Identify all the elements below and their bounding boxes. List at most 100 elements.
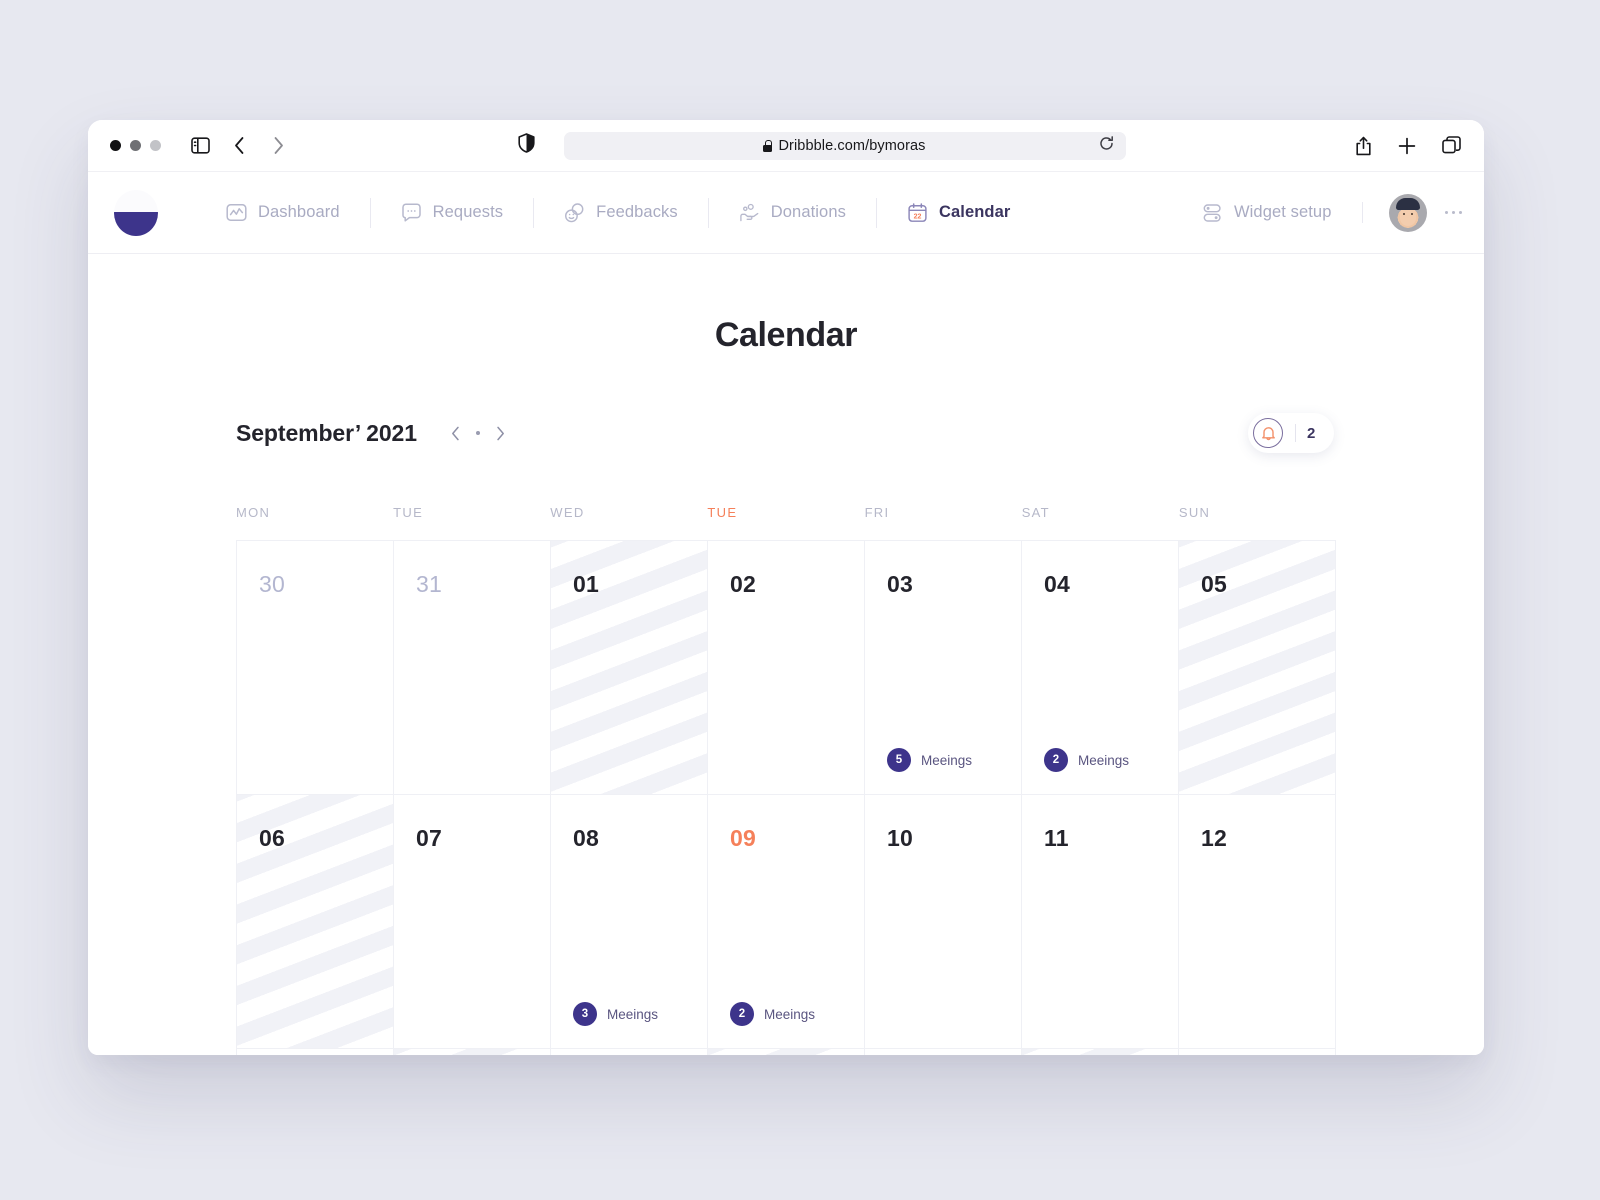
- calendar-day-cell[interactable]: 01: [551, 541, 708, 795]
- weekday-label-thu: TUE: [707, 505, 738, 520]
- avatar-cap: [1395, 197, 1420, 210]
- calendar-day-cell[interactable]: [1179, 1049, 1336, 1055]
- address-bar[interactable]: Dribbble.com/bymoras: [563, 131, 1126, 160]
- meetings-count-badge: 3: [573, 1002, 597, 1026]
- calendar-day-cell[interactable]: 08 3 Meeings: [551, 795, 708, 1049]
- toggle-rows-icon: [1202, 202, 1223, 223]
- page-title: Calendar: [714, 316, 858, 354]
- calendar-day-cell[interactable]: 05: [1179, 541, 1336, 795]
- day-number: 02: [730, 571, 756, 597]
- weekday-label-mon: MON: [236, 505, 271, 520]
- browser-window: Dribbble.com/bymoras Dashboard Requests …: [88, 120, 1484, 1055]
- notification-divider: [1295, 424, 1296, 442]
- calendar-day-cell[interactable]: 07: [394, 795, 551, 1049]
- browser-right-controls: [1352, 135, 1462, 157]
- nav-item-donations[interactable]: Donations: [709, 197, 877, 228]
- month-navigation: [451, 426, 505, 441]
- today-dot-button[interactable]: [475, 431, 480, 435]
- meetings-indicator[interactable]: 5 Meeings: [887, 748, 1021, 772]
- calendar-day-cell[interactable]: 11: [1022, 795, 1179, 1049]
- day-number: 10: [887, 825, 913, 851]
- nav-item-calendar[interactable]: 22 Calendar: [877, 198, 1040, 228]
- day-number: 30: [259, 571, 285, 597]
- calendar-day-cell[interactable]: 10: [865, 795, 1022, 1049]
- kebab-menu-icon[interactable]: [1444, 210, 1462, 215]
- nav-items-list: Dashboard Requests Feedbacks Donations 2…: [196, 197, 1040, 228]
- nav-item-requests[interactable]: Requests: [371, 197, 535, 228]
- shield-icon[interactable]: [516, 132, 538, 154]
- calendar-day-cell[interactable]: [865, 1049, 1022, 1055]
- day-number: 07: [416, 825, 442, 851]
- calendar-day-cell[interactable]: 02: [708, 541, 865, 795]
- browser-chrome-bar: Dribbble.com/bymoras: [88, 120, 1484, 172]
- nav-item-feedbacks[interactable]: Feedbacks: [534, 197, 709, 228]
- url-text: Dribbble.com/bymoras: [778, 137, 926, 154]
- svg-text:22: 22: [914, 213, 922, 220]
- day-number: 08: [573, 825, 599, 851]
- app-navigation-bar: Dashboard Requests Feedbacks Donations 2…: [88, 172, 1484, 254]
- weekday-header-row: MON TUE WED TUE FRI SAT SUN: [236, 505, 1336, 520]
- calendar-day-cell[interactable]: [551, 1049, 708, 1055]
- user-avatar[interactable]: [1388, 193, 1427, 232]
- address-bar-container: Dribbble.com/bymoras: [289, 131, 1352, 160]
- nav-item-label: Donations: [770, 203, 846, 221]
- calendar-day-cell[interactable]: 31: [394, 541, 551, 795]
- forward-arrow-icon[interactable]: [267, 135, 289, 157]
- calendar-day-cell[interactable]: 30: [237, 541, 394, 795]
- minimize-window-button[interactable]: [130, 140, 141, 151]
- avatar-eyes: [1402, 212, 1413, 215]
- reload-icon[interactable]: [1099, 135, 1114, 156]
- back-arrow-icon[interactable]: [228, 135, 250, 157]
- notifications-pill[interactable]: 2: [1248, 413, 1334, 453]
- meetings-indicator[interactable]: 3 Meeings: [573, 1002, 707, 1026]
- next-month-button[interactable]: [496, 426, 505, 441]
- calendar-day-cell[interactable]: 12: [1179, 795, 1336, 1049]
- window-traffic-lights: [110, 140, 161, 151]
- calendar-day-cell[interactable]: [708, 1049, 865, 1055]
- calendar-day-cell[interactable]: [394, 1049, 551, 1055]
- day-number: 01: [573, 571, 599, 597]
- weekday-label-tue: TUE: [393, 505, 424, 520]
- meetings-label: Meeings: [921, 752, 973, 768]
- hand-coins-icon: [739, 202, 760, 223]
- nav-item-label: Dashboard: [258, 203, 340, 221]
- day-number: 12: [1201, 825, 1227, 851]
- activity-chart-icon: [226, 202, 247, 223]
- meetings-count-badge: 2: [730, 1002, 754, 1026]
- sidebar-toggle-icon[interactable]: [189, 135, 211, 157]
- calendar-day-cell[interactable]: 06: [237, 795, 394, 1049]
- calendar-day-cell[interactable]: [1022, 1049, 1179, 1055]
- plus-icon[interactable]: [1396, 135, 1418, 157]
- meetings-label: Meeings: [607, 1006, 659, 1022]
- nav-item-widget-setup[interactable]: Widget setup: [1202, 202, 1363, 223]
- calendar-day-cell[interactable]: [237, 1049, 394, 1055]
- weekday-label-wed: WED: [550, 505, 585, 520]
- day-number: 09: [730, 825, 756, 851]
- day-number: 31: [416, 571, 442, 597]
- share-icon[interactable]: [1352, 135, 1374, 157]
- close-window-button[interactable]: [110, 140, 121, 151]
- meetings-count-badge: 5: [887, 748, 911, 772]
- browser-nav-controls: [189, 135, 289, 157]
- nav-item-label: Calendar: [938, 203, 1011, 221]
- brand-logo[interactable]: [114, 189, 158, 236]
- nav-item-label: Feedbacks: [596, 203, 678, 221]
- nav-item-dashboard[interactable]: Dashboard: [196, 197, 371, 228]
- nav-item-label: Widget setup: [1233, 203, 1332, 221]
- page-content: Calendar September’ 2021 2 MON TUE WED T…: [88, 254, 1484, 1055]
- emoji-faces-icon: [564, 202, 585, 223]
- day-number: 04: [1044, 571, 1070, 597]
- meetings-label: Meeings: [1078, 752, 1130, 768]
- meetings-indicator[interactable]: 2 Meeings: [1044, 748, 1178, 772]
- calendar-day-cell[interactable]: 04 2 Meeings: [1022, 541, 1179, 795]
- calendar-day-cell[interactable]: 09 2 Meeings: [708, 795, 865, 1049]
- tabs-overview-icon[interactable]: [1440, 135, 1462, 157]
- calendar-day-cell[interactable]: 03 5 Meeings: [865, 541, 1022, 795]
- meetings-count-badge: 2: [1044, 748, 1068, 772]
- meetings-indicator[interactable]: 2 Meeings: [730, 1002, 864, 1026]
- prev-month-button[interactable]: [451, 426, 460, 441]
- current-month-label: September’ 2021: [236, 419, 417, 446]
- meetings-label: Meeings: [764, 1006, 816, 1022]
- maximize-window-button[interactable]: [150, 140, 161, 151]
- bell-icon[interactable]: [1253, 418, 1283, 448]
